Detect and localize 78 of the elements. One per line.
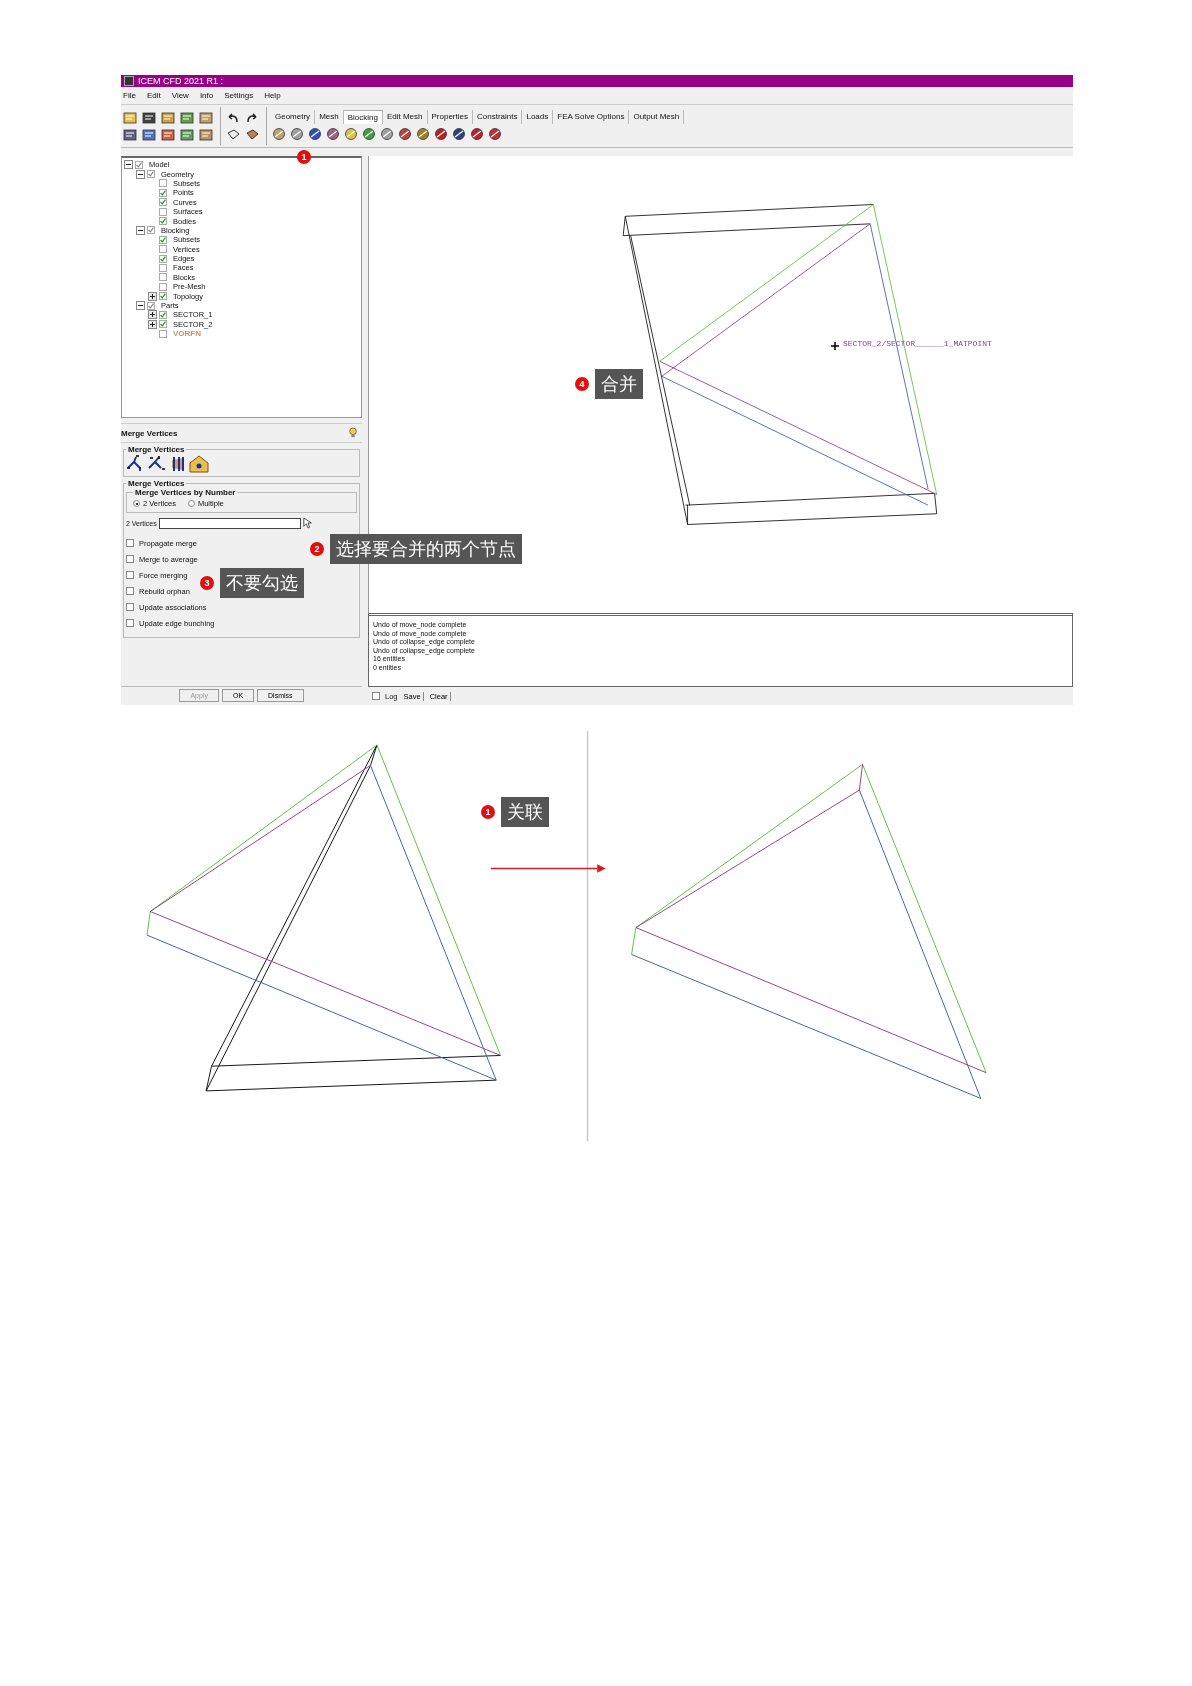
tree-checkbox[interactable]	[135, 160, 143, 169]
tool-icon[interactable]	[141, 126, 157, 143]
tool-icon[interactable]	[433, 126, 449, 142]
tree-checkbox[interactable]	[159, 245, 167, 254]
callout-label: 不要勾选	[220, 568, 304, 598]
tool-icon[interactable]	[451, 126, 467, 142]
tree-checkbox[interactable]	[159, 292, 167, 301]
tool-icon[interactable]	[289, 126, 305, 142]
point-marker-icon	[831, 342, 839, 350]
expand-toggle[interactable]	[148, 319, 157, 329]
menu-item[interactable]: Info	[199, 91, 214, 100]
expand-toggle[interactable]	[136, 225, 145, 235]
tree-checkbox[interactable]	[159, 329, 167, 338]
ribbon-tab[interactable]: Geometry	[271, 110, 316, 124]
tool-icon[interactable]	[179, 126, 195, 143]
tree-checkbox[interactable]	[147, 226, 155, 235]
arrow-icon	[490, 864, 606, 873]
app-icon	[124, 76, 134, 86]
tree-checkbox[interactable]	[159, 282, 167, 291]
tool-icon[interactable]	[271, 126, 287, 142]
tool-icon[interactable]	[415, 126, 431, 142]
expand-toggle[interactable]	[148, 310, 157, 320]
tool-icon[interactable]	[487, 126, 503, 142]
merge-vertices-icon[interactable]	[189, 454, 209, 474]
expand-toggle[interactable]	[148, 291, 157, 301]
expand-toggle[interactable]	[124, 160, 133, 170]
group-title: Merge Vertices	[127, 479, 186, 488]
ribbon-tab[interactable]: Output Mesh	[629, 110, 685, 124]
callout-label: 合并	[595, 369, 643, 399]
expand-toggle[interactable]	[136, 169, 145, 179]
tool-icon[interactable]	[379, 126, 395, 142]
panel-title: Merge Vertices	[121, 428, 178, 438]
expand-toggle[interactable]	[136, 301, 145, 311]
tool-icon[interactable]	[469, 126, 485, 142]
vertices-input-field[interactable]	[158, 517, 301, 529]
menu-item[interactable]: Settings	[224, 91, 254, 100]
tool-icon[interactable]	[122, 126, 138, 143]
tree-checkbox[interactable]	[159, 320, 167, 329]
group-title: Merge Vertices	[127, 445, 186, 454]
tool-icon[interactable]	[343, 126, 359, 142]
ribbon-tab[interactable]: Blocking	[343, 110, 383, 124]
menu-item[interactable]: View	[171, 91, 189, 100]
tool-icon[interactable]	[160, 126, 176, 143]
ribbon-tab[interactable]: Properties	[427, 110, 473, 124]
menu-item[interactable]: Help	[264, 91, 281, 100]
group-title: Merge Vertices by Number	[134, 488, 237, 497]
ribbon-tab[interactable]: Loads	[522, 110, 554, 124]
tree-checkbox[interactable]	[159, 217, 167, 226]
tree-checkbox[interactable]	[147, 170, 155, 179]
tool-icon[interactable]	[325, 126, 341, 142]
tree-checkbox[interactable]	[147, 301, 155, 310]
menu-item[interactable]: Edit	[146, 91, 161, 100]
ribbon-tab[interactable]: FEA Solve Options	[553, 110, 630, 124]
callout-label: 关联	[501, 797, 549, 827]
tool-icon[interactable]	[179, 109, 195, 126]
select-cursor-icon[interactable]	[302, 517, 313, 529]
tool-icon[interactable]	[141, 109, 157, 126]
tool-icon[interactable]	[397, 126, 413, 142]
tree-checkbox[interactable]	[159, 310, 167, 319]
window-title: ICEM CFD 2021 R1 :	[138, 76, 224, 86]
ribbon-tab[interactable]: Constraints	[473, 110, 523, 124]
tree-checkbox[interactable]	[159, 264, 167, 272]
tree-checkbox[interactable]	[159, 235, 167, 244]
tool-icon[interactable]	[198, 126, 214, 143]
tool-icon[interactable]	[307, 126, 323, 142]
menu-item[interactable]: File	[123, 91, 136, 100]
callout-label: 选择要合并的两个节点	[330, 534, 522, 564]
tree-checkbox[interactable]	[159, 188, 167, 197]
tool-icon[interactable]	[361, 126, 377, 142]
tree-checkbox[interactable]	[159, 254, 167, 263]
tree-checkbox[interactable]	[159, 273, 167, 282]
ribbon-tab[interactable]: Mesh	[315, 110, 344, 124]
tree-checkbox[interactable]	[159, 179, 167, 188]
step-number-badge: 1	[481, 804, 495, 819]
tree-checkbox[interactable]	[159, 207, 167, 216]
ribbon-tab[interactable]: Edit Mesh	[382, 110, 428, 124]
lightbulb-icon[interactable]	[348, 427, 358, 439]
tree-checkbox[interactable]	[159, 198, 167, 207]
